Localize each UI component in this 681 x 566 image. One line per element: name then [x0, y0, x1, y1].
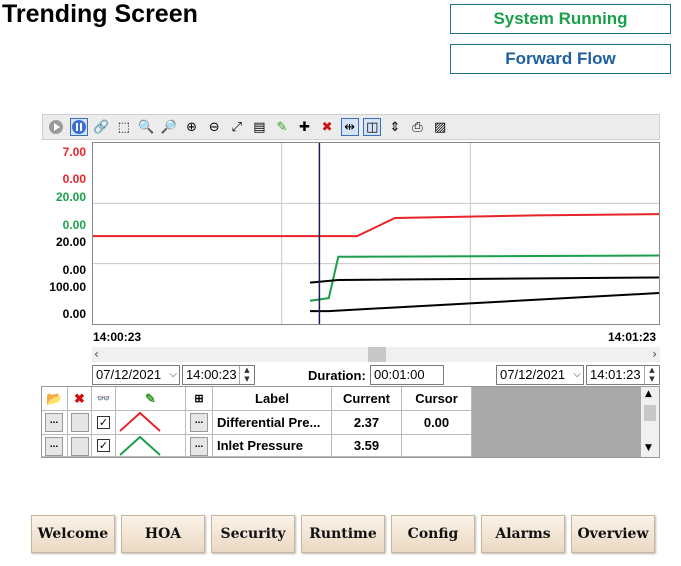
pen-cursor-value: 0.00	[402, 411, 472, 435]
duration-value: 00:01:00	[374, 367, 425, 382]
scroll-down-icon[interactable]: ▼	[645, 443, 652, 453]
cursor-icon[interactable]: ⇹	[340, 118, 359, 136]
series-line-3	[310, 292, 660, 313]
label-header: Label	[213, 387, 332, 411]
duration-field[interactable]: 00:01:00	[370, 365, 444, 385]
export-icon[interactable]: ▨	[431, 118, 449, 136]
add-pen-icon[interactable]: ✚	[296, 118, 314, 136]
time-scrollbar[interactable]: ‹ ›	[92, 347, 660, 362]
current-header: Current	[332, 387, 402, 411]
system-running-indicator: System Running	[450, 4, 671, 34]
row-visible-checkbox[interactable]: ✓	[97, 416, 110, 429]
start-time-field[interactable]: 14:00:23 ▲ ▼	[182, 365, 255, 385]
spinner-icon[interactable]: ▲ ▼	[239, 366, 254, 384]
delete-pen-icon[interactable]: ✖	[318, 118, 336, 136]
start-time-value: 14:00:23	[186, 367, 237, 382]
nav-alarms-button[interactable]: Alarms	[481, 515, 565, 553]
trend-toolbar: 🔗 ⬚ 🔍 🔎 ⊕ ⊖ ⤢ ▤ ✎ ✚ ✖ ⇹ ◫ ⇕ ⎙ ▨	[42, 114, 660, 140]
row-options-button[interactable]: ...	[190, 437, 208, 456]
print-icon[interactable]: ⎙	[409, 118, 427, 136]
end-date-picker[interactable]: 07/12/2021 ⌵	[496, 365, 584, 385]
row-select-button[interactable]	[71, 413, 89, 432]
nav-overview-button[interactable]: Overview	[571, 515, 655, 553]
red-axis-max: 7.00	[62, 145, 86, 159]
add-column-icon[interactable]: ⊞	[186, 387, 213, 411]
scroll-right-icon[interactable]: ›	[652, 347, 657, 361]
visibility-icon: 👓	[92, 387, 116, 411]
nav-runtime-button[interactable]: Runtime	[301, 515, 385, 553]
scroll-left-icon[interactable]: ‹	[94, 347, 99, 361]
scroll-thumb[interactable]	[368, 347, 386, 362]
link-icon[interactable]: 🔗	[92, 118, 110, 136]
black2-axis-max: 100.00	[49, 280, 86, 294]
row-visible-checkbox[interactable]: ✓	[97, 439, 110, 452]
pen-label: Inlet Pressure	[213, 435, 332, 457]
chevron-down-icon[interactable]: ⌵	[573, 366, 581, 384]
black-axis-min: 0.00	[62, 263, 86, 277]
duration-label: Duration:	[308, 368, 366, 383]
nav-welcome-button[interactable]: Welcome	[31, 515, 115, 553]
series-line-0	[93, 213, 660, 238]
start-date-value: 07/12/2021	[96, 367, 162, 382]
start-date-picker[interactable]: 07/12/2021 ⌵	[92, 365, 180, 385]
spinner-icon[interactable]: ▲ ▼	[644, 366, 659, 384]
black-axis-max: 20.00	[55, 235, 86, 249]
trend-plot-svg	[93, 143, 660, 324]
reset-zoom-icon[interactable]: ⤢	[228, 118, 246, 136]
page-title: Trending Screen	[2, 0, 198, 28]
pen-current-value: 2.37	[332, 411, 402, 435]
scroll-up-icon[interactable]: ▲	[645, 389, 652, 399]
pause-icon[interactable]	[69, 118, 88, 136]
pen-label: Differential Pre...	[213, 411, 332, 435]
row-options-button[interactable]: ...	[190, 413, 208, 432]
nav-config-button[interactable]: Config	[391, 515, 475, 553]
green-axis-min: 0.00	[62, 218, 86, 232]
end-date-value: 07/12/2021	[500, 367, 566, 382]
zoom-in-icon[interactable]: ⊕	[183, 118, 201, 136]
nav-hoa-button[interactable]: HOA	[121, 515, 205, 553]
green-axis-max: 20.00	[55, 190, 86, 204]
row-select-button[interactable]	[71, 437, 89, 456]
trend-plot[interactable]	[92, 142, 660, 325]
zoom-box-icon[interactable]: ⬚	[115, 118, 133, 136]
pen-edit-icon[interactable]: ✎	[273, 118, 291, 136]
time-end-label: 14:01:23	[608, 330, 657, 344]
nav-security-button[interactable]: Security	[211, 515, 295, 553]
table-scroll-thumb[interactable]	[644, 405, 656, 421]
pen-style-icon: ✎	[116, 387, 186, 411]
end-time-field[interactable]: 14:01:23 ▲ ▼	[586, 365, 660, 385]
row-menu-button[interactable]: ...	[45, 413, 63, 432]
zoom-x-icon[interactable]: 🔍	[137, 118, 155, 136]
fit-icon[interactable]: ⇕	[386, 118, 404, 136]
play-icon[interactable]	[47, 118, 65, 136]
pen-table: 📂 ✖ 👓 ✎ ⊞ Label Current Cursor ... ✓ ...…	[41, 386, 660, 458]
pen-color-swatch[interactable]	[116, 435, 186, 457]
table-scrollbar[interactable]: ▲ ▼	[641, 387, 659, 457]
forward-flow-indicator: Forward Flow	[450, 44, 671, 74]
time-start-label: 14:00:23	[93, 330, 142, 344]
pen-current-value: 3.59	[332, 435, 402, 457]
pen-cursor-value	[402, 435, 472, 457]
cursor-header: Cursor	[402, 387, 472, 411]
split-view-icon[interactable]: ◫	[363, 118, 382, 136]
row-menu-button[interactable]: ...	[45, 437, 63, 456]
series-line-2	[309, 276, 660, 284]
table-icon[interactable]: ▤	[250, 118, 268, 136]
black2-axis-min: 0.00	[62, 307, 86, 321]
table-empty-area	[472, 387, 641, 457]
red-axis-min: 0.00	[62, 172, 86, 186]
delete-icon[interactable]: ✖	[68, 387, 92, 411]
zoom-y-icon[interactable]: 🔎	[160, 118, 178, 136]
end-time-value: 14:01:23	[590, 367, 641, 382]
zoom-out-icon[interactable]: ⊖	[205, 118, 223, 136]
open-folder-icon[interactable]: 📂	[42, 387, 68, 411]
pen-color-swatch[interactable]	[116, 411, 186, 435]
chevron-down-icon[interactable]: ⌵	[169, 366, 177, 384]
